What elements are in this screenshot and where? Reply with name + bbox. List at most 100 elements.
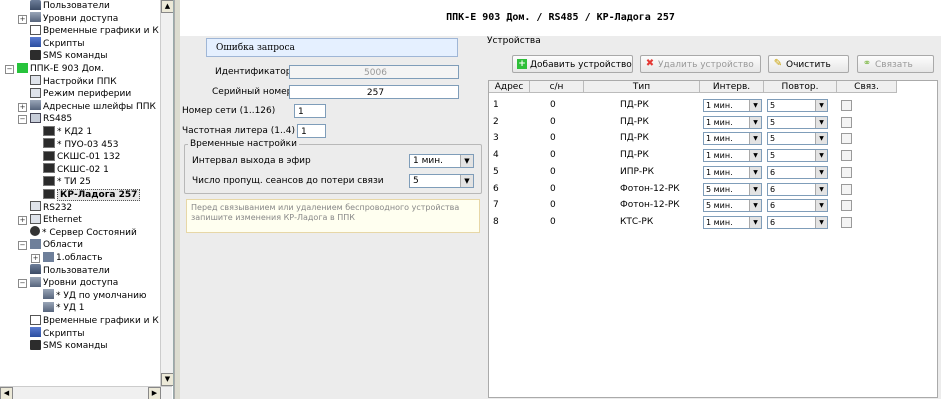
repeat-select[interactable]: 5 ▼ [767,115,828,129]
column-header[interactable]: с/н [530,81,584,93]
repeat-select[interactable]: 6 ▼ [767,182,828,196]
device-icon [43,175,55,186]
linked-checkbox[interactable] [841,133,852,145]
linked-checkbox[interactable] [841,166,852,178]
tree-item[interactable]: КР-Ладога 257 [43,188,141,201]
repeat-select[interactable]: 5 ▼ [767,132,828,146]
tree-item[interactable]: Уровни доступа [30,12,118,25]
tree-item[interactable]: Ethernet [30,213,82,226]
column-header[interactable]: Связ. [837,81,897,93]
tree-item[interactable]: Уровни доступа [30,276,118,289]
tree-item[interactable]: Скрипты [30,37,85,50]
interval-select[interactable]: 5 мин. ▼ [703,199,762,213]
table-row[interactable]: 5 0 ИПР-РК 1 мин. ▼ 6 ▼ [489,164,935,180]
type-cell: ПД-РК [620,116,649,127]
column-header[interactable]: Адрес [489,81,530,93]
tree-item-label: RS485 [43,114,73,125]
tree-expander[interactable]: + [31,254,40,263]
table-row[interactable]: 4 0 ПД-РК 1 мин. ▼ 5 ▼ [489,147,935,163]
repeat-select[interactable]: 5 ▼ [767,149,828,163]
tree-item[interactable]: * УД 1 [43,301,84,314]
tree-vertical-scrollbar[interactable]: ▲ ▼ [160,0,173,386]
table-row[interactable]: 2 0 ПД-РК 1 мин. ▼ 5 ▼ [489,114,935,130]
tree-item[interactable]: Скрипты [30,327,85,340]
remove-device-button[interactable]: ✖ Удалить устройство [640,55,761,73]
tree-expander[interactable]: − [5,65,14,74]
interval-select[interactable]: 1 мин. ▼ [703,132,762,146]
device-icon [43,150,55,161]
tree-item-label: Пользователи [43,265,110,276]
tree-item[interactable]: * ПУО-03 453 [43,138,118,151]
tree-item[interactable]: 1.область [43,251,102,264]
tree-item[interactable]: * УД по умолчанию [43,289,147,302]
interval-select[interactable]: 1 мин. ▼ [409,154,474,168]
table-row[interactable]: 8 0 КТС-РК 1 мин. ▼ 6 ▼ [489,214,935,230]
tree-item[interactable]: Пользователи [30,0,110,12]
table-row[interactable]: 6 0 Фотон-12-РК 5 мин. ▼ 6 ▼ [489,181,935,197]
tree-item[interactable]: * Сервер Состояний [30,226,137,239]
tree-expander[interactable]: + [18,14,27,24]
tree-item[interactable]: Адресные шлейфы ППК [30,100,156,113]
interval-select[interactable]: 1 мин. ▼ [703,115,762,129]
tree-item[interactable]: Временные графики и К [30,314,159,327]
tree-horizontal-scrollbar[interactable]: ◀ ▶ [0,386,172,399]
interval-select[interactable]: 1 мин. ▼ [703,149,762,163]
tree-item[interactable]: СКШС-02 1 [43,163,109,176]
tree-item[interactable]: Режим периферии [30,87,131,100]
tree-item-label: SMS команды [43,341,108,352]
freq-letter-field[interactable]: 1 [297,124,326,138]
scroll-left-icon[interactable]: ◀ [0,387,13,399]
tree-expander[interactable]: − [18,279,27,289]
net-number-label: Номер сети (1..126) [182,106,276,116]
interval-select[interactable]: 5 мин. ▼ [703,182,762,196]
linked-checkbox[interactable] [841,200,852,212]
linked-checkbox[interactable] [841,116,852,128]
tree-item[interactable]: SMS команды [30,339,108,352]
tree-item[interactable]: Настройки ППК [30,75,117,88]
tree-item[interactable]: RS485 [30,112,73,125]
settings-icon [30,75,41,86]
repeat-select[interactable]: 6 ▼ [767,215,828,229]
device-tree[interactable]: Пользователи + Уровни доступа Временные гра… [0,0,174,399]
missed-select[interactable]: 5 ▼ [409,174,474,188]
repeat-select[interactable]: 6 ▼ [767,165,828,179]
link-button[interactable]: ⚭ Связать [857,55,934,73]
tree-item[interactable]: Временные графики и К [30,24,159,37]
linked-checkbox[interactable] [841,183,852,195]
tree-item[interactable]: RS232 [30,201,72,214]
add-device-button[interactable]: + Добавить устройство [512,55,633,73]
clear-button[interactable]: ✎ Очистить [768,55,849,73]
interval-select[interactable]: 1 мин. ▼ [703,165,762,179]
tree-item[interactable]: Пользователи [30,264,110,277]
column-header[interactable]: Интерв. [700,81,764,93]
column-header[interactable]: Тип [584,81,700,93]
column-header[interactable]: Повтор. [764,81,837,93]
tree-expander[interactable]: + [18,216,27,226]
tree-item[interactable]: SMS команды [30,49,108,62]
scroll-right-icon[interactable]: ▶ [148,387,161,399]
areas-icon [30,238,41,249]
table-row[interactable]: 1 0 ПД-РК 1 мин. ▼ 5 ▼ [489,97,935,113]
tree-item[interactable]: * КД2 1 [43,125,92,138]
scroll-up-icon[interactable]: ▲ [161,0,173,13]
repeat-select[interactable]: 5 ▼ [767,99,828,112]
tree-expander[interactable]: + [18,102,27,112]
table-row[interactable]: 3 0 ПД-РК 1 мин. ▼ 5 ▼ [489,130,935,146]
tree-expander[interactable]: − [18,241,27,251]
tree-item[interactable]: * ТИ 25 [43,175,91,188]
tree-item[interactable]: ППК-Е 903 Дом. [17,62,104,75]
tree-item[interactable]: Области [30,238,83,251]
interval-select[interactable]: 1 мин. ▼ [703,215,762,229]
linked-checkbox[interactable] [841,150,852,162]
repeat-select[interactable]: 6 ▼ [767,199,828,213]
scroll-down-icon[interactable]: ▼ [161,373,173,386]
net-number-field[interactable]: 1 [294,104,326,118]
linked-checkbox[interactable] [841,216,852,228]
tree-item[interactable]: СКШС-01 132 [43,150,120,163]
linked-checkbox[interactable] [841,100,852,111]
devices-table[interactable]: Адрес с/н Тип Интерв. Повтор. Связ. 1 0 ПД-РК 1 м… [488,80,938,398]
serial-field[interactable]: 257 [289,85,459,99]
interval-select[interactable]: 1 мин. ▼ [703,99,762,112]
tree-expander[interactable]: − [18,115,27,125]
table-row[interactable]: 7 0 Фотон-12-РК 5 мин. ▼ 6 ▼ [489,197,935,213]
